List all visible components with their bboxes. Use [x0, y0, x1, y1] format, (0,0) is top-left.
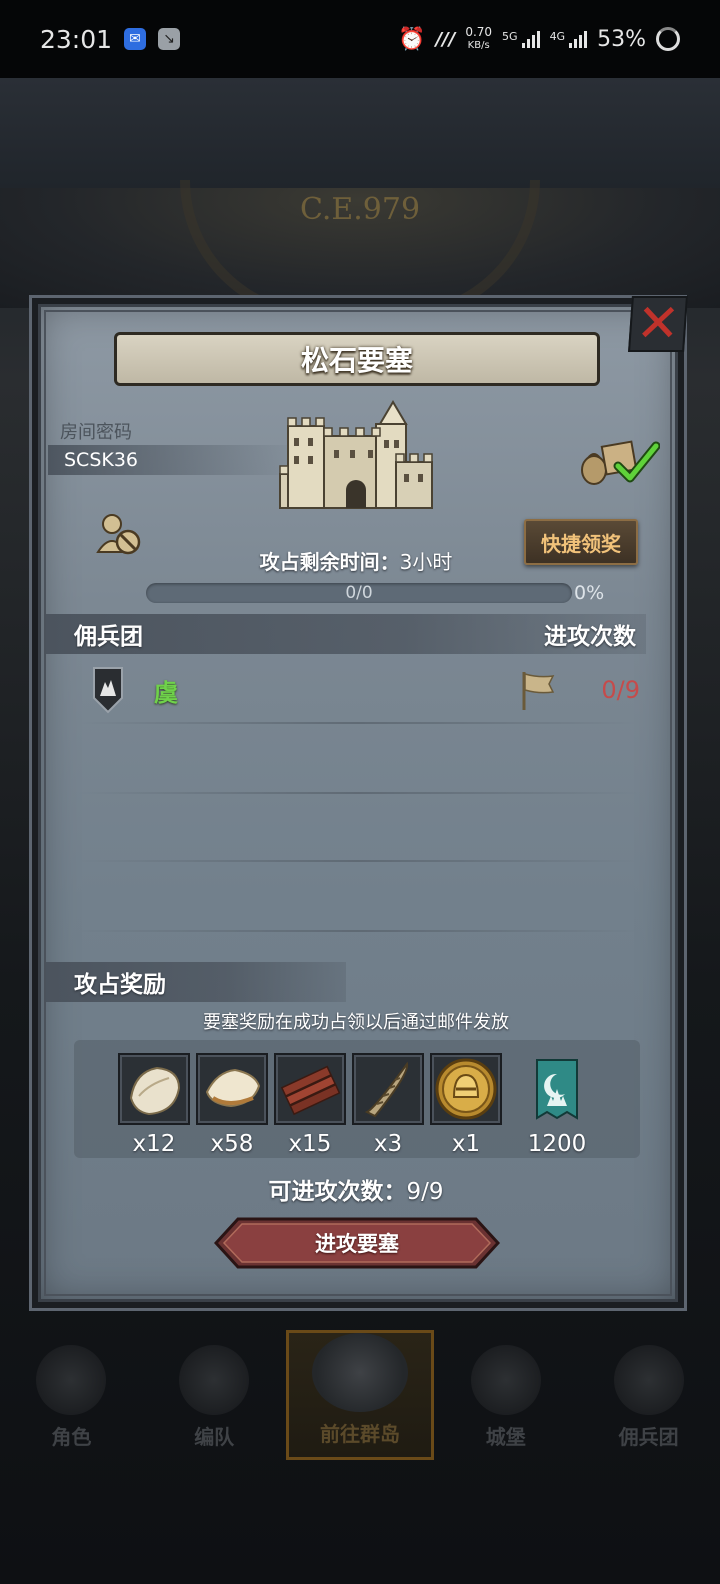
speed-value: 0.70	[465, 25, 493, 39]
reward-note: 要塞奖励在成功占领以后通过邮件发放	[203, 1012, 509, 1033]
progress-text: 0/0	[345, 583, 373, 603]
era-label: C.E.979	[299, 192, 421, 227]
attacks-available: 可进攻次数：9/9	[0, 1172, 712, 1206]
nfc-icon: ///	[435, 28, 456, 50]
nav-character[interactable]: 角色	[0, 1330, 143, 1460]
app-notification-icon-2: ↘	[158, 28, 181, 50]
row-divider	[78, 722, 638, 724]
net2-label: 4G	[549, 30, 566, 43]
reward-slot	[118, 1053, 190, 1125]
white-fur-icon	[205, 1068, 261, 1108]
row-divider	[78, 930, 638, 932]
signal-5g: 5G	[502, 30, 540, 48]
reward-slot	[521, 1053, 593, 1125]
reward-item[interactable]: x15	[274, 1053, 346, 1157]
reward-qty: x3	[373, 1131, 403, 1157]
alarm-icon: ⏰	[398, 26, 426, 52]
row-divider	[78, 792, 638, 794]
knight-icon	[36, 1345, 107, 1415]
horn-icon	[364, 1061, 409, 1118]
mercenary-header: 佣兵团	[74, 624, 143, 650]
guild-banner-icon	[536, 1059, 578, 1120]
nav-islands[interactable]: 前往群岛	[285, 1330, 435, 1460]
reward-slot	[430, 1053, 502, 1125]
reward-section-header: 攻占奖励	[46, 962, 346, 1002]
mercenary-attack-count: 0/9	[601, 676, 640, 704]
nav-label: 编队	[194, 1425, 235, 1449]
golden-helmet-coin-icon	[435, 1058, 497, 1120]
clock-time: 23:01	[40, 24, 113, 54]
reward-qty: x1	[451, 1131, 481, 1157]
room-password-label: 房间密码	[60, 422, 132, 443]
time-left-label: 攻占剩余时间：	[259, 550, 400, 574]
reward-qty: x15	[288, 1131, 332, 1157]
nav-castle[interactable]: 城堡	[434, 1330, 577, 1460]
nav-label: 佣兵团	[618, 1425, 679, 1449]
nav-label: 前往群岛	[319, 1422, 400, 1446]
progress-percent: 0%	[574, 582, 605, 604]
reward-item[interactable]: x3	[352, 1053, 424, 1157]
attack-fortress-button[interactable]: 进攻要塞	[213, 1217, 501, 1269]
mercenary-shield-icon	[93, 667, 123, 714]
app-notification-icon: ✉	[124, 28, 147, 50]
network-speed: 0.70 KB/s	[465, 26, 492, 52]
reward-qty: 1200	[527, 1131, 587, 1157]
reward-item[interactable]: x1	[430, 1053, 502, 1157]
bottom-nav: 角色 编队 前往群岛 城堡 佣兵团	[0, 1330, 720, 1460]
attack-count-header: 进攻次数	[544, 624, 636, 650]
castle-icon	[470, 1345, 541, 1415]
flag-icon	[522, 672, 555, 710]
reward-claimed-icon[interactable]	[578, 436, 660, 486]
castle-icon	[279, 400, 433, 509]
nav-label: 角色	[51, 1425, 92, 1449]
reward-qty: x12	[132, 1131, 176, 1157]
attack-button-label: 进攻要塞	[315, 1232, 399, 1256]
reward-items: x12 x58 x15 x3 x1 1200	[118, 1053, 606, 1157]
speed-unit: KB/s	[467, 40, 490, 51]
close-button[interactable]: ✕	[628, 294, 688, 354]
close-icon: ✕	[634, 294, 682, 354]
time-left-value: 3小时	[399, 550, 453, 574]
reward-slot	[196, 1053, 268, 1125]
room-code: SCSK36	[64, 449, 139, 471]
fur-pelt-icon	[129, 1066, 181, 1116]
mercenary-name: 虞	[154, 678, 178, 707]
reward-slot	[274, 1053, 346, 1125]
capture-progress-bar: 0/0	[146, 583, 572, 603]
fortress-title-banner: 松石要塞	[114, 332, 600, 386]
reward-header: 攻占奖励	[74, 972, 166, 998]
net1-label: 5G	[502, 30, 518, 43]
status-bar: 23:01 ✉ ↘ ⏰ /// 0.70 KB/s 5G 4G 53%	[0, 0, 720, 78]
battery-icon	[656, 27, 680, 51]
signal-4g: 4G	[550, 30, 588, 48]
attacks-available-value: 9/9	[406, 1179, 444, 1205]
fortress-title: 松石要塞	[300, 344, 413, 377]
signal-bars-icon	[569, 30, 588, 48]
reward-item[interactable]: 1200	[508, 1053, 606, 1157]
attacks-available-label: 可进攻次数：	[268, 1179, 407, 1205]
mercenary-section-header: 佣兵团 进攻次数	[46, 614, 646, 654]
reward-item[interactable]: x12	[118, 1053, 190, 1157]
mercenary-row[interactable]: 虞 0/9	[78, 660, 642, 720]
ship-icon	[613, 1345, 684, 1415]
row-divider	[78, 860, 638, 862]
reward-item[interactable]: x58	[196, 1053, 268, 1157]
nav-formation[interactable]: 编队	[143, 1330, 286, 1460]
nav-mercenary[interactable]: 佣兵团	[577, 1330, 720, 1460]
nav-label: 城堡	[485, 1425, 526, 1449]
room-code-bar: SCSK36	[48, 445, 298, 475]
reward-slot	[352, 1053, 424, 1125]
battery-percent: 53%	[597, 26, 646, 52]
capture-time-left: 攻占剩余时间：3小时	[0, 546, 712, 575]
wood-planks-icon	[280, 1065, 341, 1116]
signal-bars-icon	[521, 30, 540, 48]
reward-qty: x58	[210, 1131, 254, 1157]
globe-icon	[311, 1333, 408, 1412]
helmet-icon	[179, 1345, 250, 1415]
